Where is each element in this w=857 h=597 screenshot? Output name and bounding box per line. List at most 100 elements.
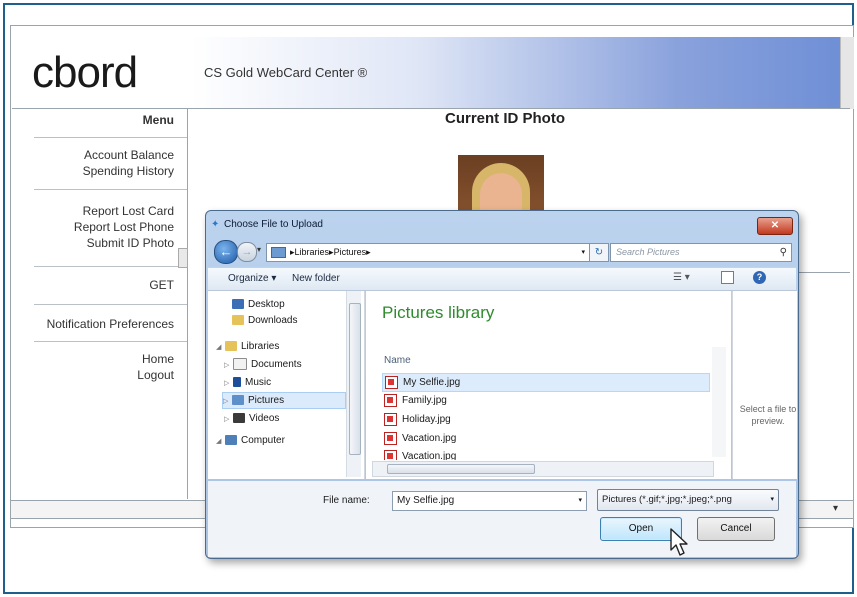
navigation-scrollbar[interactable] <box>346 291 361 477</box>
preview-pane: Select a file to preview. <box>732 291 797 479</box>
menu-group-report: Report Lost Card Report Lost Phone Submi… <box>12 203 187 251</box>
menu-item-logout[interactable]: Logout <box>12 367 187 383</box>
nav-item-pictures[interactable]: ▷ Pictures <box>222 392 346 409</box>
nav-item-libraries[interactable]: ◢ Libraries <box>216 339 279 354</box>
file-upload-dialog: ✦ Choose File to Upload ✕ ← → ▾ ▸ Librar… <box>205 210 799 559</box>
collapsed-arrow-icon[interactable]: ▷ <box>223 394 232 409</box>
file-row[interactable]: My Selfie.jpg <box>382 373 710 392</box>
new-folder-button[interactable]: New folder <box>292 273 340 284</box>
column-header-name[interactable]: Name <box>384 355 411 366</box>
collapsed-arrow-icon[interactable]: ▷ <box>224 376 233 391</box>
menu-item-report-lost-phone[interactable]: Report Lost Phone <box>12 219 187 235</box>
menu-item-notification-preferences[interactable]: Notification Preferences <box>12 316 187 332</box>
page-title: Current ID Photo <box>445 110 565 127</box>
menu-divider <box>34 137 187 138</box>
expanded-arrow-icon[interactable]: ◢ <box>216 340 225 355</box>
libraries-icon <box>225 341 237 352</box>
desktop-icon <box>232 299 244 310</box>
menu-title-block: Menu <box>12 112 187 128</box>
breadcrumb-pictures[interactable]: Pictures <box>334 244 367 261</box>
scrollbar-thumb[interactable] <box>387 464 535 474</box>
file-name-dropdown-icon[interactable]: ▾ <box>574 492 582 510</box>
back-arrow-icon[interactable]: ← <box>214 240 238 264</box>
collapsed-arrow-icon[interactable]: ▷ <box>224 412 233 427</box>
file-type-value: Pictures (*.gif;*.jpg;*.jpeg;*.png <box>602 494 732 505</box>
search-input[interactable]: Search Pictures ⚲ <box>610 243 792 262</box>
window-scrollbar[interactable] <box>840 37 854 109</box>
navigation-pane: Desktop Downloads ◢ Libraries ▷ Documents … <box>208 291 365 479</box>
nav-item-videos[interactable]: ▷ Videos <box>224 411 279 426</box>
pictures-icon <box>232 395 244 406</box>
menu-divider <box>34 304 187 305</box>
library-title: Pictures library <box>382 303 495 322</box>
cbord-logo[interactable]: cbord <box>32 48 138 98</box>
nav-item-downloads[interactable]: Downloads <box>232 313 297 328</box>
videos-icon <box>233 413 245 424</box>
file-name-input[interactable]: My Selfie.jpg ▾ <box>392 491 587 511</box>
menu-item-report-lost-card[interactable]: Report Lost Card <box>12 203 187 219</box>
menu-item-home[interactable]: Home <box>12 351 187 367</box>
image-file-icon <box>384 431 397 445</box>
menu-group-session: Home Logout <box>12 351 187 383</box>
content-divider <box>797 272 850 273</box>
help-icon[interactable]: ? <box>753 271 766 284</box>
menu-group-account: Account Balance Spending History <box>12 147 187 179</box>
file-list-vertical-scrollbar[interactable] <box>712 347 726 457</box>
nav-item-desktop[interactable]: Desktop <box>232 297 285 312</box>
music-icon <box>233 377 241 388</box>
scrollbar-thumb[interactable] <box>349 303 361 455</box>
scroll-down-arrow-icon[interactable]: ▾ <box>833 503 838 514</box>
sidebar-resize-grip[interactable] <box>178 248 188 268</box>
file-type-select[interactable]: Pictures (*.gif;*.jpg;*.jpeg;*.png ▾ <box>597 489 779 511</box>
file-list-horizontal-scrollbar[interactable] <box>372 461 714 477</box>
image-file-icon <box>385 375 398 389</box>
nav-item-documents[interactable]: ▷ Documents <box>224 357 302 372</box>
cancel-button[interactable]: Cancel <box>697 517 775 541</box>
file-name-label: File name: <box>323 495 370 506</box>
expanded-arrow-icon[interactable]: ◢ <box>216 434 225 449</box>
documents-icon <box>233 358 247 371</box>
browser-app-icon: ✦ <box>211 219 220 230</box>
organize-button[interactable]: Organize ▾ <box>228 273 276 284</box>
address-bar[interactable]: ▸ Libraries ▸ Pictures ▸ ▾ <box>266 243 590 262</box>
dialog-close-button[interactable]: ✕ <box>757 217 793 235</box>
library-icon <box>271 247 286 259</box>
file-type-dropdown-icon[interactable]: ▾ <box>766 490 774 510</box>
file-row[interactable]: Holiday.jpg <box>382 411 708 428</box>
search-icon[interactable]: ⚲ <box>775 244 787 261</box>
breadcrumb-libraries[interactable]: Libraries <box>295 244 330 261</box>
file-row[interactable]: Vacation.jpg <box>382 448 708 460</box>
nav-item-music[interactable]: ▷ Music <box>224 375 271 390</box>
menu-group-notifications: Notification Preferences <box>12 316 187 332</box>
image-file-icon <box>384 412 397 426</box>
preview-hint: Select a file to preview. <box>739 404 797 426</box>
file-row[interactable]: Vacation.jpg <box>382 430 708 447</box>
preview-pane-icon[interactable] <box>721 271 734 284</box>
menu-item-account-balance[interactable]: Account Balance <box>12 147 187 163</box>
address-dropdown-icon[interactable]: ▾ <box>581 244 585 261</box>
file-name-value: My Selfie.jpg <box>397 495 455 506</box>
refresh-button[interactable]: ↻ <box>589 243 609 262</box>
menu-item-submit-id-photo[interactable]: Submit ID Photo <box>12 235 187 251</box>
image-file-icon <box>384 393 397 407</box>
change-view-icon[interactable]: ☰ ▾ <box>673 272 690 283</box>
search-placeholder: Search Pictures <box>616 247 680 257</box>
forward-arrow-icon[interactable]: → <box>237 242 257 262</box>
menu-divider <box>34 341 187 342</box>
menu-item-spending-history[interactable]: Spending History <box>12 163 187 179</box>
menu-item-get[interactable]: GET <box>12 277 187 293</box>
file-list-pane: Pictures library Name My Selfie.jpg Fami… <box>366 291 731 479</box>
nav-item-computer[interactable]: ◢ Computer <box>216 433 285 448</box>
image-file-icon <box>384 449 397 460</box>
dialog-title: Choose File to Upload <box>224 219 323 230</box>
dialog-toolbar: Organize ▾ New folder ☰ ▾ ? <box>208 267 796 291</box>
recent-locations-dropdown-icon[interactable]: ▾ <box>257 245 261 254</box>
dialog-footer: File name: My Selfie.jpg ▾ Pictures (*.g… <box>208 481 796 557</box>
collapsed-arrow-icon[interactable]: ▷ <box>224 358 233 373</box>
file-row[interactable]: Family.jpg <box>382 392 708 409</box>
computer-icon <box>225 435 237 446</box>
sidebar-menu: Menu Account Balance Spending History Re… <box>12 109 188 499</box>
mouse-pointer-icon <box>670 528 688 556</box>
header-banner: CS Gold WebCard Center ® <box>190 37 840 109</box>
menu-divider <box>34 266 187 267</box>
